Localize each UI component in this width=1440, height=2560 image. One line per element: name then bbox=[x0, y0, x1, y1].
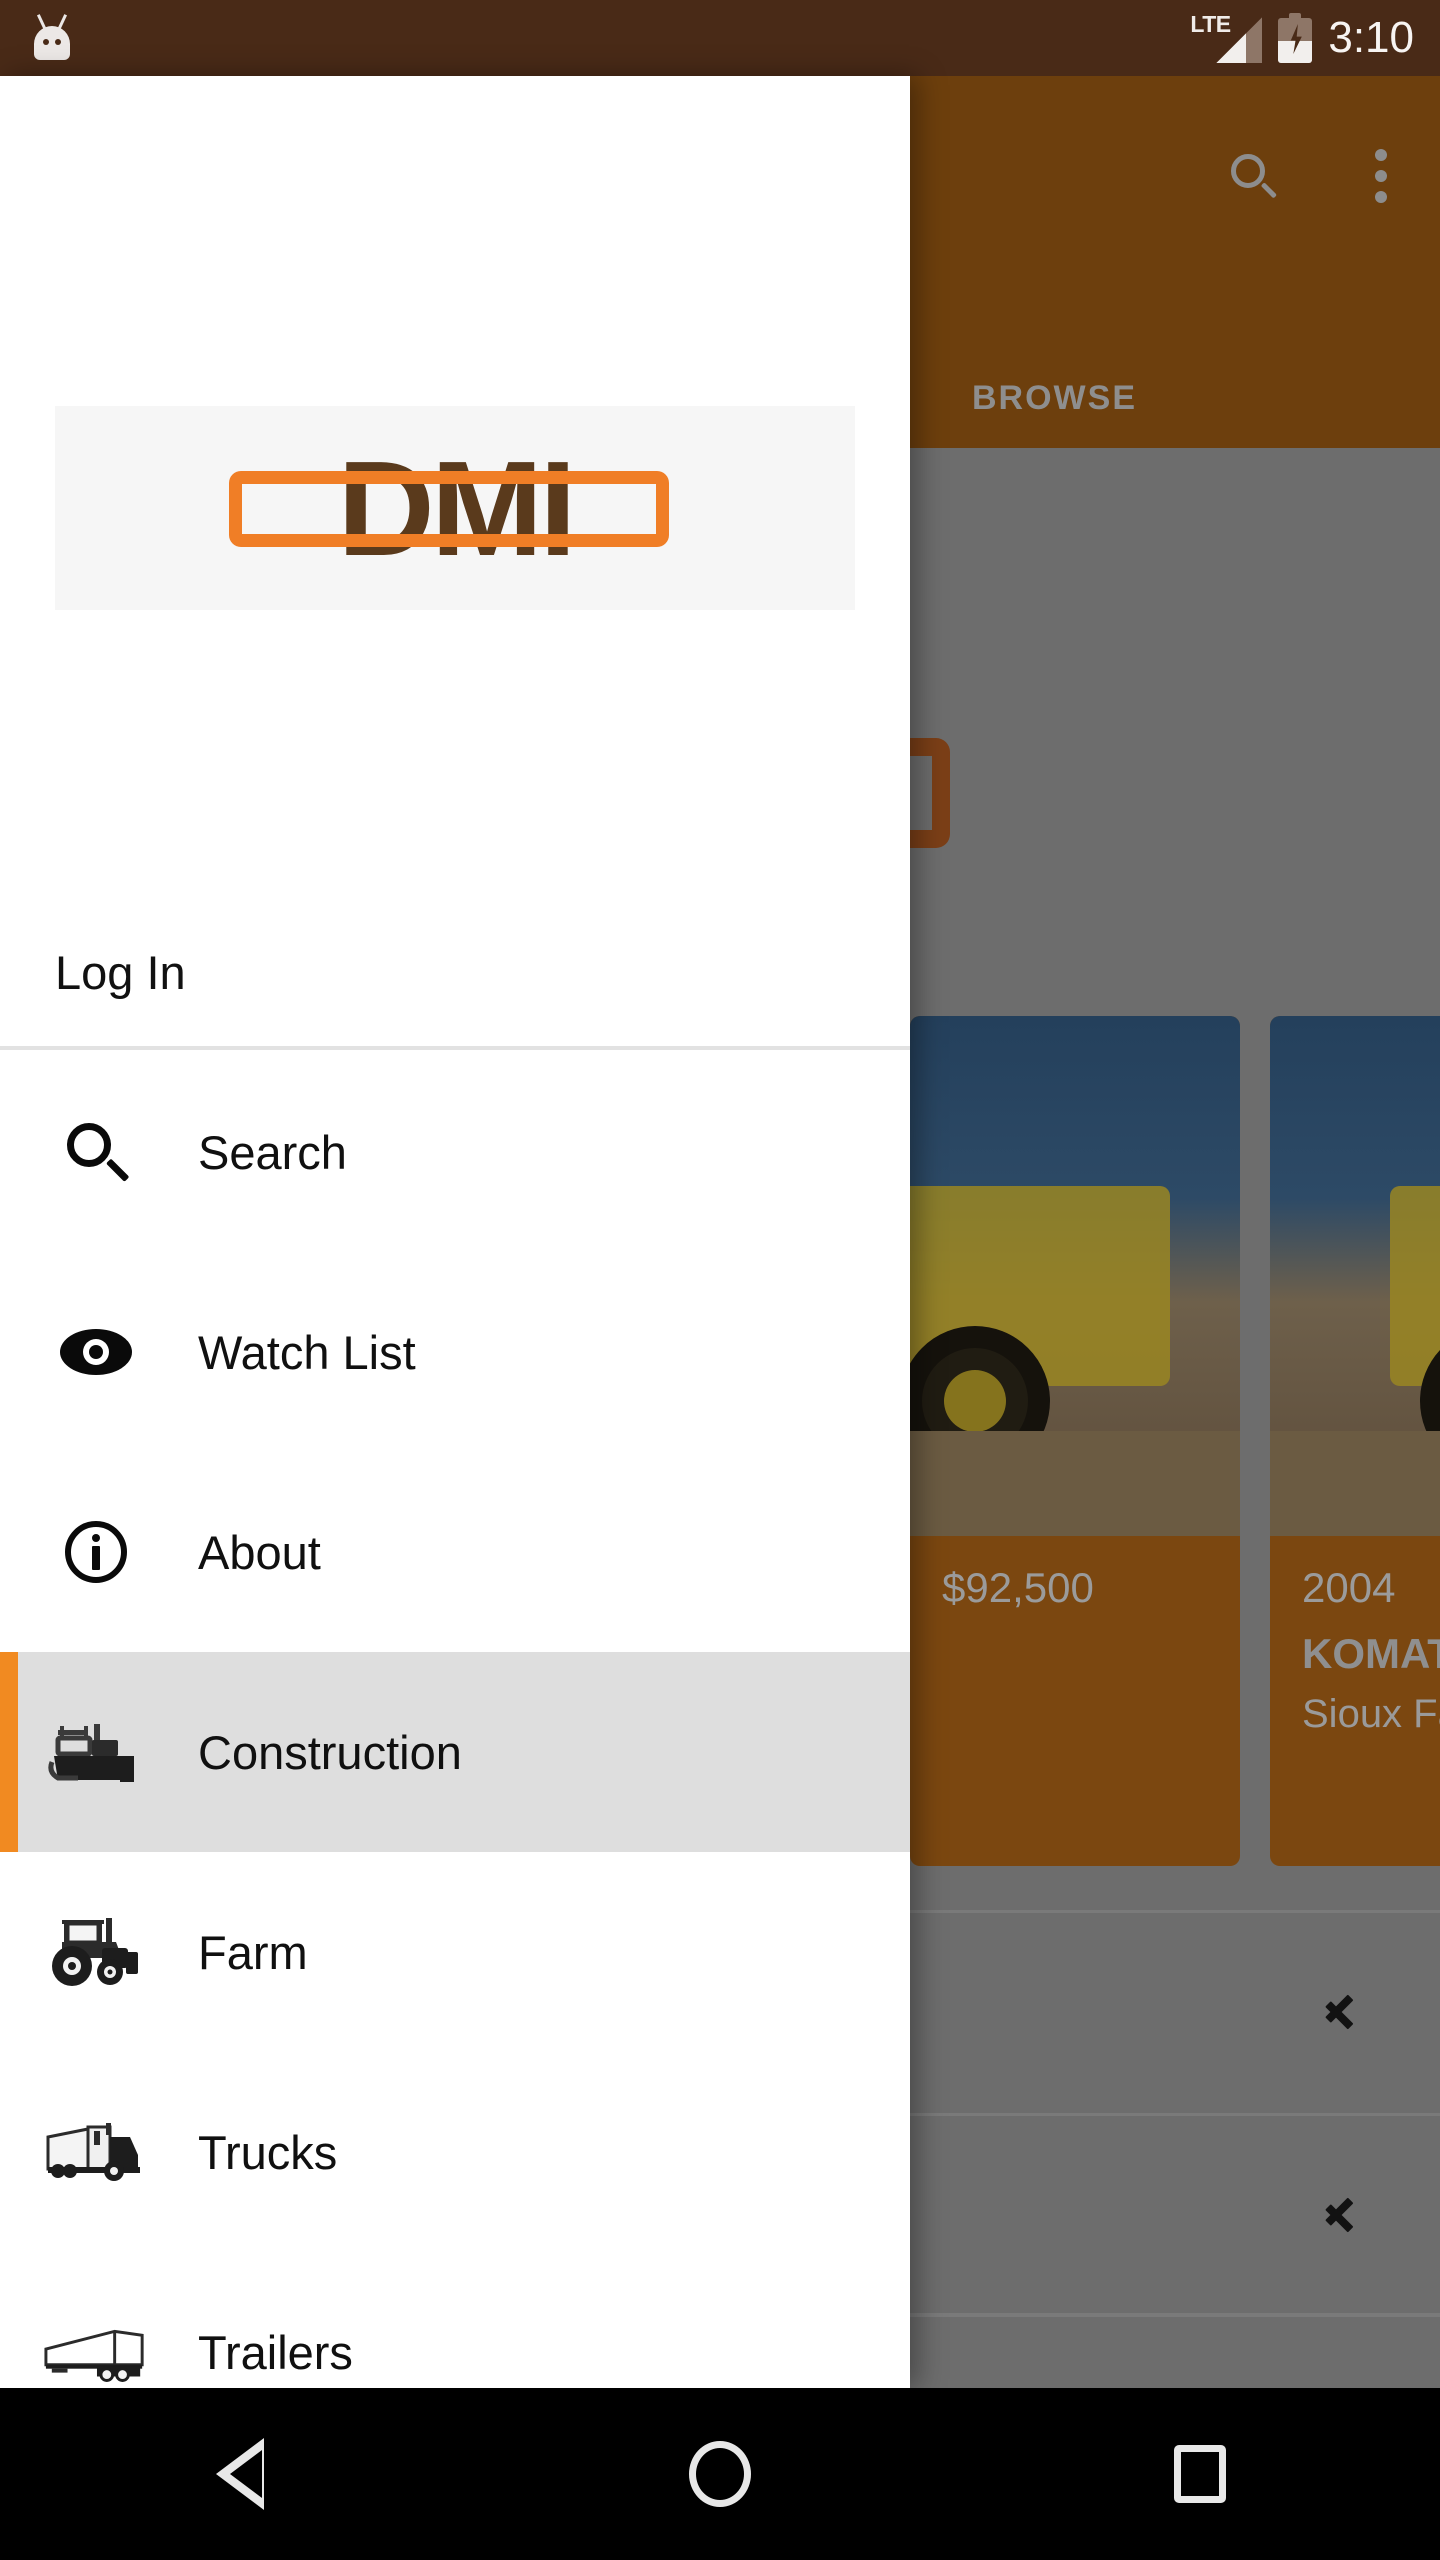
drawer-logo-banner: DMI bbox=[55, 406, 855, 610]
battery-charging-icon bbox=[1278, 13, 1313, 63]
listing-card[interactable]: 2004 KOMATSU Sioux Falls bbox=[1270, 1016, 1440, 1866]
listing-make: KOMATSU bbox=[1302, 1630, 1440, 1677]
chevron-right-icon bbox=[1328, 2191, 1354, 2239]
home-circle-icon[interactable] bbox=[620, 2388, 820, 2560]
android-droid-icon bbox=[28, 12, 76, 64]
signal-bars-icon: LTE bbox=[1190, 11, 1263, 65]
network-type-label: LTE bbox=[1190, 11, 1231, 37]
navigation-drawer: DMI Log In Search Watch List About Const… bbox=[0, 76, 910, 2388]
listing-card[interactable]: $92,500 bbox=[910, 1016, 1240, 1866]
sidebar-item-watch-list[interactable]: Watch List bbox=[0, 1252, 910, 1452]
trailer-icon bbox=[42, 2298, 150, 2388]
sidebar-item-search[interactable]: Search bbox=[0, 1052, 910, 1252]
back-triangle-icon[interactable] bbox=[140, 2388, 340, 2560]
login-label: Log In bbox=[55, 945, 186, 999]
overflow-menu-icon[interactable] bbox=[1322, 117, 1440, 235]
sidebar-item-label: Search bbox=[198, 1125, 347, 1179]
listing-year: 2004 bbox=[1302, 1564, 1396, 1611]
semi-truck-icon bbox=[42, 2098, 150, 2206]
bulldozer-icon bbox=[42, 1698, 150, 1806]
sidebar-item-trailers[interactable]: Trailers bbox=[0, 2252, 910, 2388]
eye-icon bbox=[42, 1298, 150, 1406]
phone-screen: LTE 3:10 BROWSE $92,500 2004 KOMA Sioux … bbox=[0, 0, 1440, 2560]
listing-meta: $92,500 bbox=[942, 1564, 1228, 1612]
info-circle-icon bbox=[42, 1498, 150, 1606]
listing-photo bbox=[1270, 1016, 1440, 1536]
sidebar-item-trucks[interactable]: Trucks bbox=[0, 2052, 910, 2252]
app-bar-actions bbox=[1194, 116, 1440, 236]
listing-location: Sioux Falls bbox=[1302, 1692, 1440, 1736]
recents-square-icon[interactable] bbox=[1100, 2388, 1300, 2560]
drawer-divider bbox=[0, 1046, 910, 1050]
tractor-icon bbox=[42, 1898, 150, 2006]
listing-price: $92,500 bbox=[942, 1564, 1094, 1611]
tab-browse[interactable]: BROWSE bbox=[972, 379, 1137, 418]
logo-accent-rect bbox=[229, 471, 669, 547]
listing-meta: 2004 KOMATSU Sioux Falls bbox=[1302, 1564, 1440, 1737]
selected-accent-bar bbox=[0, 1652, 18, 1852]
sidebar-item-label: Trucks bbox=[198, 2125, 338, 2179]
search-icon bbox=[42, 1098, 150, 1206]
sidebar-item-label: About bbox=[198, 1525, 321, 1579]
status-bar: LTE 3:10 bbox=[0, 0, 1440, 76]
sidebar-item-about[interactable]: About bbox=[0, 1452, 910, 1652]
sidebar-item-label: Farm bbox=[198, 1925, 308, 1979]
sidebar-item-label: Trailers bbox=[198, 2325, 353, 2379]
sidebar-item-label: Construction bbox=[198, 1725, 462, 1779]
clock-label: 3:10 bbox=[1328, 13, 1414, 62]
sidebar-item-farm[interactable]: Farm bbox=[0, 1852, 910, 2052]
chevron-right-icon bbox=[1328, 1988, 1354, 2036]
drawer-login-row[interactable]: Log In bbox=[0, 896, 910, 1048]
status-icons-group: LTE 3:10 bbox=[1190, 11, 1414, 65]
sidebar-item-label: Watch List bbox=[198, 1325, 416, 1379]
system-navigation-bar bbox=[0, 2388, 1440, 2560]
sidebar-item-construction[interactable]: Construction bbox=[0, 1652, 910, 1852]
drawer-nav-list: Search Watch List About Construction Far… bbox=[0, 1052, 910, 2388]
listing-photo bbox=[910, 1016, 1240, 1536]
search-icon[interactable] bbox=[1194, 117, 1312, 235]
